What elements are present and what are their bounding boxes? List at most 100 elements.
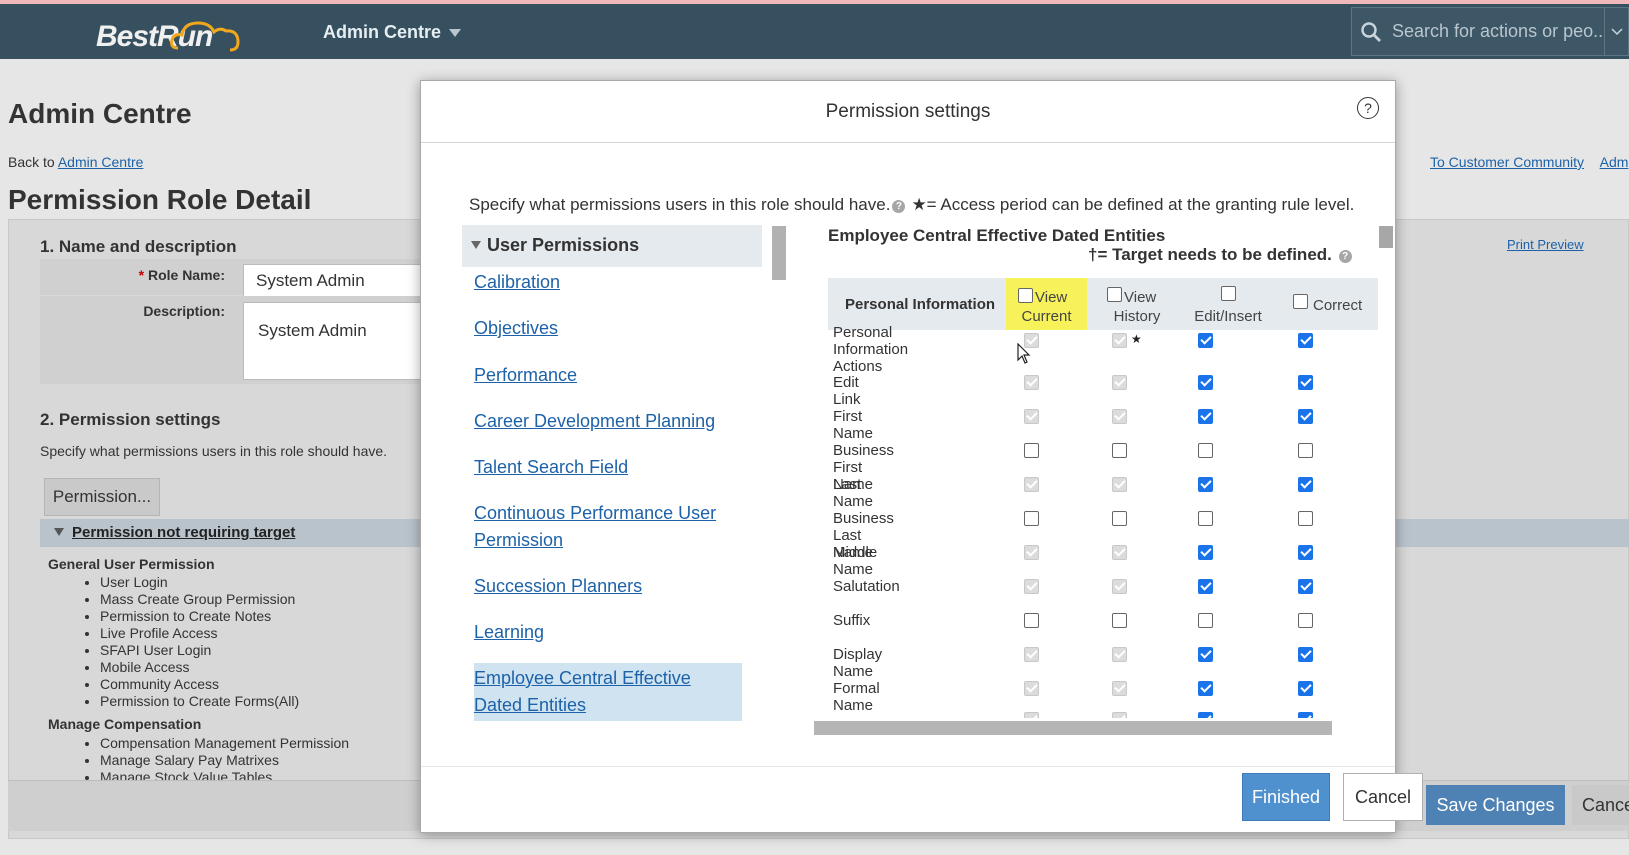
category-calibration[interactable]: Calibration [474, 269, 744, 296]
edit-insert-checkbox[interactable] [1198, 409, 1213, 424]
permission-section-title: Employee Central Effective Dated Entitie… [828, 226, 1166, 245]
general-permission-list: User Login Mass Create Group Permission … [70, 574, 299, 710]
global-search[interactable] [1351, 7, 1611, 56]
correct-select-all-checkbox[interactable] [1293, 294, 1308, 309]
chevron-down-icon [449, 28, 462, 37]
header-link-adm[interactable]: Adm [1600, 154, 1629, 170]
back-prefix: Back to [8, 154, 55, 170]
user-permissions-header[interactable]: User Permissions [462, 225, 762, 267]
category-career-development-planning[interactable]: Career Development Planning [474, 408, 744, 435]
edit-insert-checkbox[interactable] [1198, 647, 1213, 662]
save-changes-button[interactable]: Save Changes [1426, 785, 1565, 825]
correct-checkbox[interactable] [1298, 409, 1313, 424]
print-preview-label: Print Preview [1507, 237, 1584, 252]
column-view-history-label-2: History [1113, 308, 1161, 325]
column-correct-label: Correct [1313, 297, 1363, 314]
correct-checkbox[interactable] [1298, 545, 1313, 560]
page-cancel-button[interactable]: Cance [1572, 785, 1629, 825]
view-current-select-all-checkbox[interactable] [1018, 288, 1033, 303]
compensation-permission-list: Compensation Management Permission Manag… [70, 735, 349, 780]
description-label: Description: [143, 303, 225, 319]
correct-checkbox[interactable] [1298, 333, 1313, 348]
view-history-checkbox [1112, 409, 1127, 424]
category-employee-central-effective-dated-entities[interactable]: Employee Central Effective Dated Entitie… [474, 663, 742, 721]
correct-checkbox[interactable] [1298, 443, 1313, 458]
view-history-checkbox [1112, 681, 1127, 696]
permission-button[interactable]: Permission... [44, 478, 160, 516]
view-current-checkbox[interactable] [1024, 511, 1039, 526]
view-history-checkbox[interactable] [1112, 511, 1127, 526]
role-name-label: * Role Name: [120, 267, 225, 283]
finished-button[interactable]: Finished [1242, 773, 1330, 821]
view-history-checkbox [1112, 333, 1127, 348]
correct-checkbox[interactable] [1298, 647, 1313, 662]
search-scope-dropdown[interactable] [1604, 7, 1629, 56]
correct-checkbox[interactable] [1298, 613, 1313, 628]
edit-insert-checkbox[interactable] [1198, 477, 1213, 492]
page-title: Admin Centre [8, 98, 192, 129]
list-item: Compensation Management Permission [100, 735, 349, 752]
permission-settings-dialog: Permission settings ? Specify what permi… [420, 80, 1423, 833]
category-learning[interactable]: Learning [474, 619, 744, 646]
category-list-scrollbar[interactable] [772, 226, 786, 280]
view-history-checkbox[interactable] [1112, 613, 1127, 628]
row-label: Salutation [833, 578, 900, 595]
category-talent-search-field[interactable]: Talent Search Field [474, 454, 744, 481]
table-horizontal-scrollbar[interactable] [814, 721, 1332, 735]
list-item: Live Profile Access [100, 625, 299, 642]
column-correct: Correct [1293, 278, 1373, 330]
cancel-button[interactable]: Cancel [1343, 773, 1423, 821]
detail-title: Permission Role Detail [8, 184, 312, 215]
column-view-current: View Current [1006, 278, 1087, 330]
view-history-select-all-checkbox[interactable] [1107, 287, 1122, 302]
edit-insert-select-all-checkbox[interactable] [1221, 286, 1236, 301]
permission-category-list: User Permissions Calibration Objectives … [462, 225, 762, 739]
category-succession-planners[interactable]: Succession Planners [474, 573, 744, 600]
edit-insert-checkbox[interactable] [1198, 511, 1213, 526]
column-view-current-label-1: View [1035, 289, 1068, 306]
view-current-checkbox [1024, 712, 1039, 718]
view-history-checkbox[interactable] [1112, 443, 1127, 458]
list-item: Mobile Access [100, 659, 299, 676]
view-current-checkbox [1024, 681, 1039, 696]
list-item: User Login [100, 574, 299, 591]
back-to-admin-centre-link[interactable]: Admin Centre [58, 154, 144, 170]
admin-centre-menu[interactable]: Admin Centre [323, 22, 462, 43]
target-note-text: †= Target needs to be defined. [1088, 245, 1332, 264]
category-objectives[interactable]: Objectives [474, 315, 744, 342]
general-user-permission-heading: General User Permission [48, 556, 215, 572]
correct-checkbox[interactable] [1298, 579, 1313, 594]
correct-checkbox[interactable] [1298, 375, 1313, 390]
edit-insert-checkbox[interactable] [1198, 375, 1213, 390]
view-history-checkbox [1112, 579, 1127, 594]
search-input[interactable] [1390, 20, 1609, 43]
edit-insert-checkbox[interactable] [1198, 333, 1213, 348]
info-icon[interactable]: ? [1338, 250, 1352, 263]
category-performance[interactable]: Performance [474, 362, 744, 389]
view-current-checkbox [1024, 409, 1039, 424]
edit-insert-checkbox[interactable] [1198, 613, 1213, 628]
info-icon[interactable]: ? [892, 200, 906, 213]
table-vertical-scrollbar[interactable] [1379, 226, 1393, 248]
edit-insert-checkbox[interactable] [1198, 443, 1213, 458]
customer-community-link[interactable]: To Customer Community [1430, 154, 1584, 170]
edit-insert-checkbox[interactable] [1198, 579, 1213, 594]
edit-insert-checkbox [1198, 712, 1213, 718]
role-name-field[interactable]: System Admin [243, 264, 423, 298]
correct-checkbox[interactable] [1298, 681, 1313, 696]
row-label: Personal Information Actions [833, 324, 908, 375]
correct-checkbox[interactable] [1298, 477, 1313, 492]
row-label: First Name [833, 408, 873, 442]
view-current-checkbox[interactable] [1024, 443, 1039, 458]
description-field[interactable]: System Admin [243, 302, 423, 380]
edit-insert-checkbox[interactable] [1198, 681, 1213, 696]
list-item: Permission to Create Notes [100, 608, 299, 625]
list-item: Manage Stock Value Tables [100, 769, 349, 780]
row-label-line-1: Suffix [833, 612, 871, 629]
print-preview-link[interactable]: Print Preview [1507, 237, 1584, 252]
edit-insert-checkbox[interactable] [1198, 545, 1213, 560]
correct-checkbox[interactable] [1298, 511, 1313, 526]
view-current-checkbox[interactable] [1024, 613, 1039, 628]
help-icon[interactable]: ? [1357, 97, 1379, 119]
category-continuous-performance[interactable]: Continuous Performance User Permission [474, 500, 744, 554]
